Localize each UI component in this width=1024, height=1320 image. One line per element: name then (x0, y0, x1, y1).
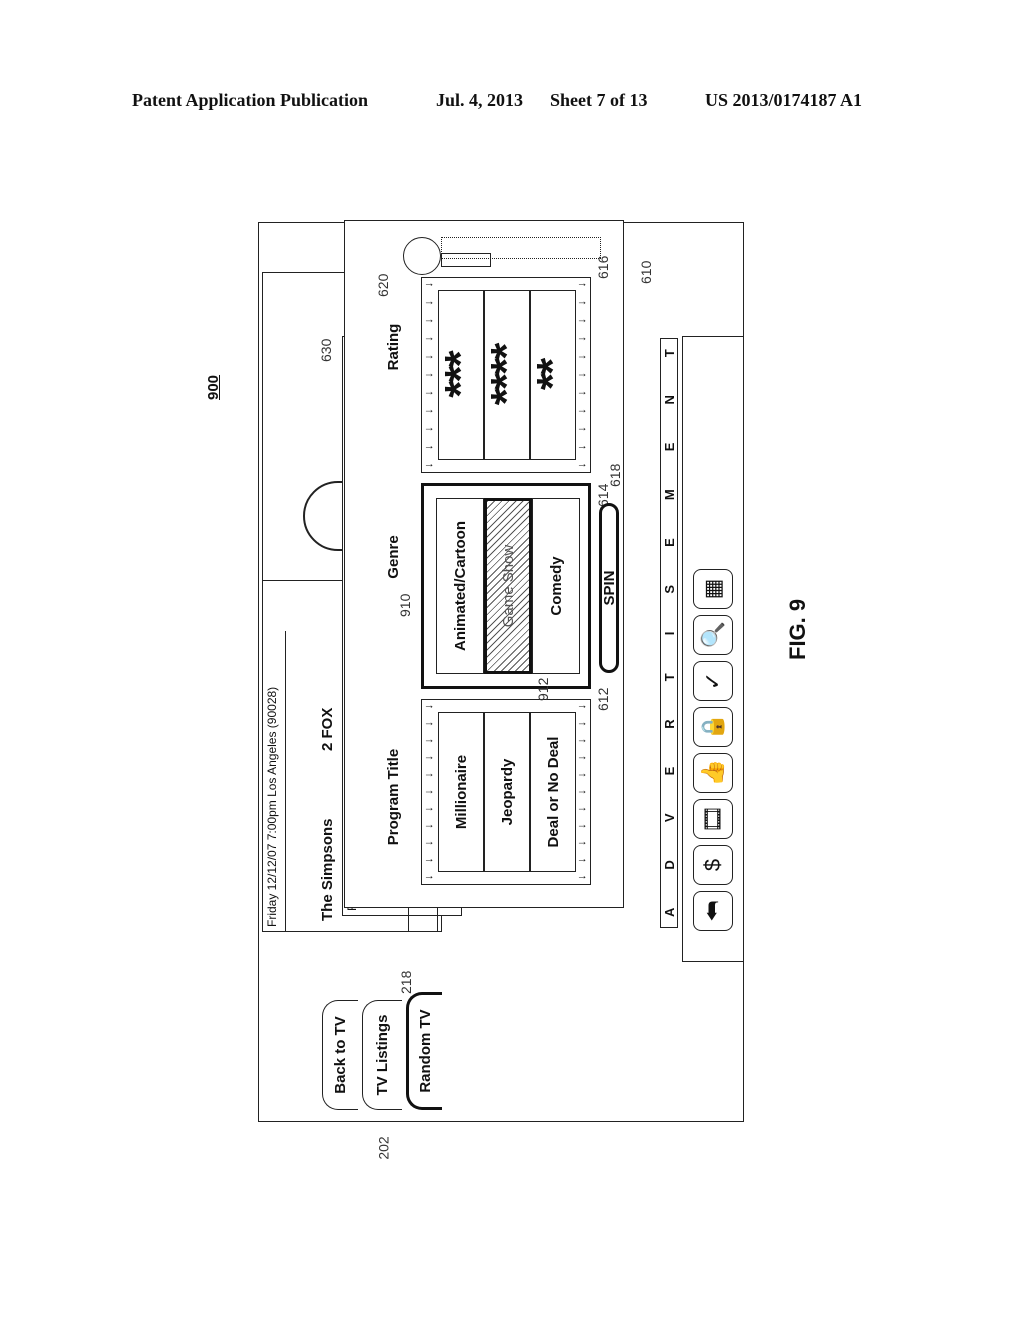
figure-label: FIG. 9 (785, 598, 810, 660)
random-tv-overlay: Program Title ↓ ↓ ↓ ↓ ↓ ↓ ↓ ↓ ↓ ↓ ↓ Millionaire Je… (344, 220, 624, 908)
ad-letter: T (661, 673, 677, 682)
arrow-strip: ↓ ↓ ↓ ↓ ↓ ↓ ↓ ↓ ↓ ↓ ↓ (423, 282, 435, 468)
lock-icon: 🔒 (700, 713, 725, 741)
ref-912: 912 (535, 677, 551, 701)
reel-item[interactable]: Deal or No Deal (530, 712, 576, 872)
thumbs-up-down-button[interactable]: 👍 (693, 753, 733, 793)
checkmark-icon: ✓ (700, 671, 725, 691)
figure-number: 900 (205, 374, 222, 400)
search-icon: 🔍 (700, 621, 725, 649)
ref-910: 910 (397, 593, 413, 617)
keypad-button[interactable]: ▦ (693, 569, 733, 609)
keypad-icon: ▦ (700, 578, 725, 600)
ad-letter: A (661, 907, 677, 917)
back-arrow-button[interactable]: ⮪ (693, 891, 733, 931)
advertisement-banner[interactable]: A D V E R T I S E M E N T (660, 338, 678, 928)
reel-item-label: Game Show (499, 544, 517, 628)
publication-label: Patent Application Publication (132, 90, 369, 110)
show-title: The Simpsons (319, 818, 336, 921)
ad-letter: E (661, 538, 677, 547)
rating-stars: ** (528, 359, 577, 391)
tab-back-to-tv[interactable]: Back to TV (322, 1000, 358, 1110)
arrow-strip: ↓ ↓ ↓ ↓ ↓ ↓ ↓ ↓ ↓ ↓ ↓ (423, 704, 435, 880)
dollar-button[interactable]: $ (693, 845, 733, 885)
column-title-program: Program Title (385, 748, 402, 846)
tab-label: TV Listings (374, 1014, 391, 1096)
thumbs-up-down-icon: 👍 (700, 759, 725, 787)
rating-reel[interactable]: ↓ ↓ ↓ ↓ ↓ ↓ ↓ ↓ ↓ ↓ ↓ *** **** ** ↓ ↓ ↓ ↓ ↓ ↓ ↓ ↓ ↓ ↓ ↓ (421, 277, 591, 473)
arrow-strip: ↓ ↓ ↓ ↓ ↓ ↓ ↓ ↓ ↓ ↓ ↓ (576, 282, 588, 468)
ref-612: 612 (595, 687, 611, 711)
tab-random-tv[interactable]: Random TV (406, 992, 442, 1110)
patent-number: US 2013/0174187 A1 (705, 90, 863, 110)
program-title-reel[interactable]: ↓ ↓ ↓ ↓ ↓ ↓ ↓ ↓ ↓ ↓ ↓ Millionaire Jeopardy Deal or… (421, 699, 591, 885)
lock-button[interactable]: 🔒 (693, 707, 733, 747)
arrow-strip: ↓ ↓ ↓ ↓ ↓ ↓ ↓ ↓ ↓ ↓ ↓ (576, 704, 588, 880)
ad-letter: D (661, 860, 677, 870)
spin-label: SPIN (600, 570, 618, 606)
toolbar: ⮪ $ 🎞 👍 🔒 ✓ 🔍 ▦ (682, 336, 744, 962)
column-title-genre: Genre (385, 535, 402, 579)
info-line: Friday 12/12/07 7:00pm Los Angeles (9002… (265, 686, 279, 927)
ref-618: 618 (607, 463, 623, 487)
rating-stars: **** (482, 344, 531, 406)
slot-lever-track (441, 237, 601, 259)
ad-letter: R (661, 719, 677, 729)
ref-616: 616 (595, 255, 611, 279)
film-strip-button[interactable]: 🎞 (693, 799, 733, 839)
divider (285, 631, 286, 931)
reel-item-label: Comedy (547, 556, 565, 616)
ref-620: 620 (375, 273, 391, 297)
spin-button[interactable]: SPIN (599, 503, 619, 673)
reel-item[interactable]: ** (528, 290, 577, 460)
ad-letter: T (661, 349, 677, 358)
reel-item-selected[interactable]: Game Show (484, 498, 532, 674)
search-button[interactable]: 🔍 (693, 615, 733, 655)
reel-item[interactable]: Comedy (532, 498, 580, 674)
checkmark-button[interactable]: ✓ (693, 661, 733, 701)
ad-letter: E (661, 766, 677, 776)
tab-label: Random TV (417, 1009, 434, 1093)
ref-202: 202 (375, 1136, 392, 1160)
sheet-number: Sheet 7 of 13 (550, 90, 648, 110)
film-strip-icon: 🎞 (700, 805, 725, 833)
ref-610: 610 (638, 260, 654, 284)
ad-letter: I (661, 631, 677, 636)
reel-item[interactable]: **** (482, 290, 531, 460)
rating-stars: *** (436, 352, 485, 398)
publication-date: Jul. 4, 2013 (436, 90, 524, 110)
dollar-icon: $ (700, 858, 725, 872)
reel-item[interactable]: Animated/Cartoon (436, 498, 484, 674)
ad-letter: M (661, 489, 677, 501)
slot-lever-knob[interactable] (403, 237, 441, 275)
tv-screen: Back to TV TV Listings Random TV 218 Fri… (258, 220, 744, 1122)
ref-630: 630 (318, 338, 334, 362)
ref-218: 218 (398, 970, 414, 994)
ad-letter: V (661, 813, 677, 823)
reel-item-label: Animated/Cartoon (451, 521, 469, 652)
ad-letter: N (661, 395, 677, 405)
reel-item[interactable]: Jeopardy (484, 712, 530, 872)
ad-letter: S (661, 584, 677, 594)
ad-letter: E (661, 442, 677, 452)
reel-item-label: Millionaire (452, 754, 470, 830)
reel-item-label: Deal or No Deal (544, 736, 562, 848)
reel-item[interactable]: *** (436, 290, 485, 460)
tab-tv-listings[interactable]: TV Listings (362, 1000, 402, 1110)
reel-item[interactable]: Millionaire (438, 712, 484, 872)
genre-reel[interactable]: Animated/Cartoon Game Show Comedy (421, 483, 591, 689)
channel-label: 2 FOX (319, 707, 336, 751)
back-arrow-icon: ⮪ (700, 900, 725, 922)
tab-label: Back to TV (332, 1016, 349, 1094)
reel-item-label: Jeopardy (498, 758, 516, 826)
